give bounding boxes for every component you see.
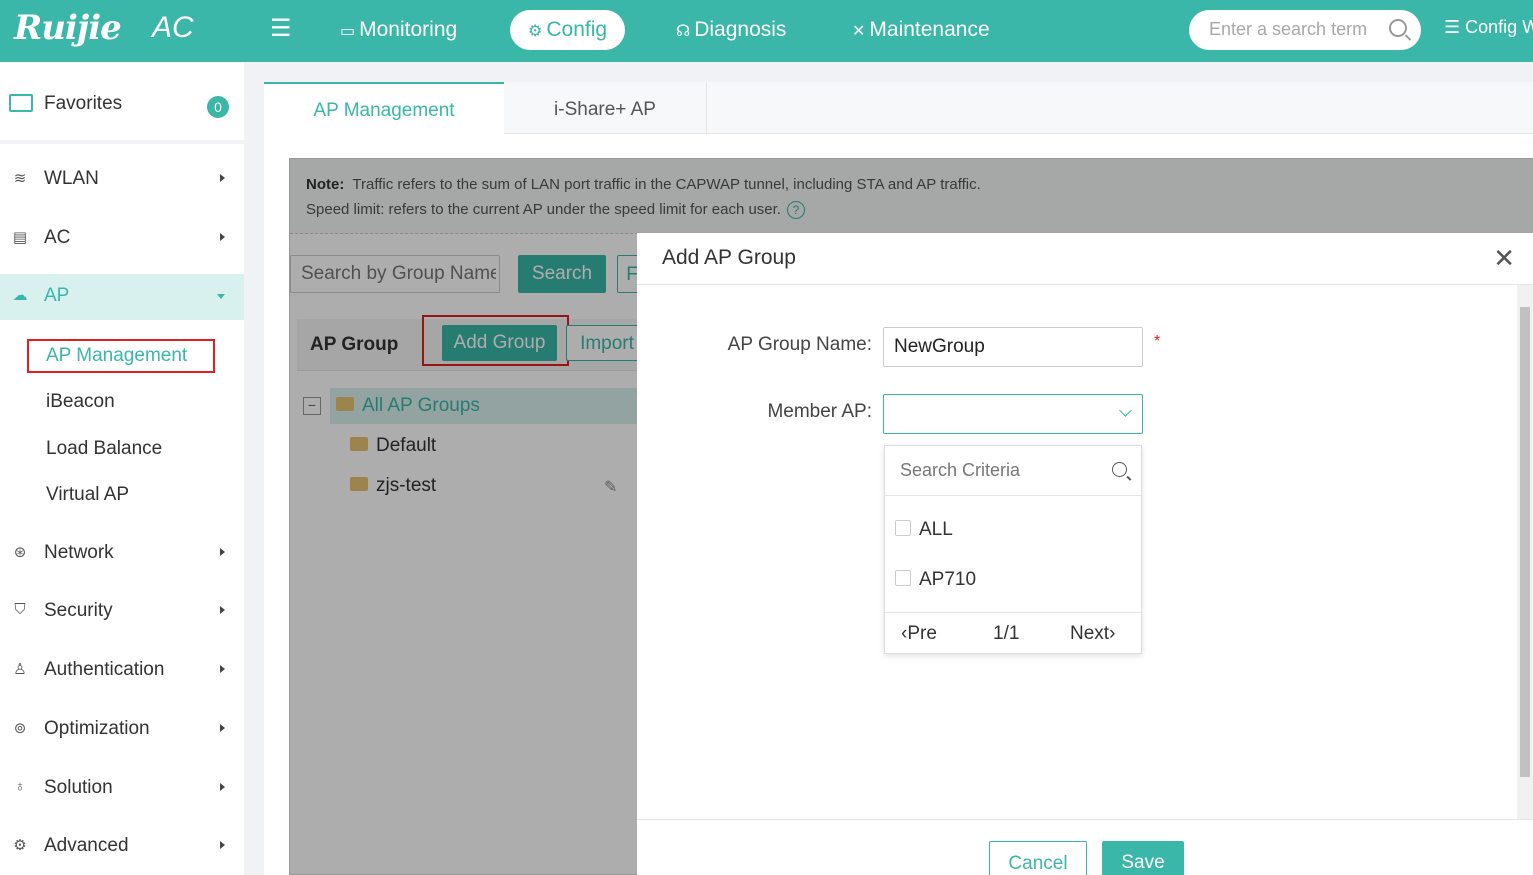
- add-ap-group-modal: Add AP Group ✕ AP Group Name: * Member A…: [637, 233, 1533, 875]
- sliders-icon: ☰: [1444, 17, 1461, 37]
- nav-monitoring[interactable]: ▭ Monitoring: [322, 10, 475, 50]
- chevron-right-icon: [220, 841, 225, 849]
- wifi-icon: ≋: [13, 170, 27, 187]
- sidebar-item-advanced[interactable]: ⚙ Advanced: [0, 824, 244, 870]
- sidebar-subitem-ibeacon[interactable]: iBeacon: [46, 391, 115, 413]
- sidebar-item-ac[interactable]: ▤ AC: [0, 216, 244, 262]
- bulb-icon: ♁: [14, 778, 26, 795]
- sidebar-subitem-ap-management[interactable]: AP Management: [46, 345, 187, 367]
- shield-icon: ⛉: [14, 601, 26, 618]
- settings-icon: ⚙: [13, 837, 27, 854]
- sidebar-subitem-load-balance[interactable]: Load Balance: [46, 438, 162, 460]
- gear-icon: ⚙: [528, 23, 543, 40]
- chevron-down-icon: [1119, 404, 1132, 417]
- group-name-input[interactable]: [894, 336, 1134, 358]
- tab-bar: AP Management i-Share+ AP: [264, 82, 1533, 135]
- sidebar-item-network[interactable]: ⊛ Network: [0, 531, 244, 577]
- close-icon[interactable]: ✕: [1493, 243, 1515, 274]
- product-name: AC: [152, 11, 194, 44]
- brand-logo: Ruijie: [14, 8, 122, 48]
- sidebar: Favorites 0 ≋ WLAN ▤ AC ☁ AP AP Manageme…: [0, 62, 244, 875]
- dropdown-search[interactable]: [885, 446, 1141, 496]
- monitor-icon: ▭: [340, 23, 356, 40]
- modal-title: Add AP Group: [662, 246, 796, 269]
- chevron-right-icon: [220, 665, 225, 673]
- config-wizard-link[interactable]: ☰ Config W: [1444, 17, 1533, 38]
- sidebar-item-authentication[interactable]: ♙ Authentication: [0, 648, 244, 694]
- sidebar-subitem-virtual-ap[interactable]: Virtual AP: [46, 484, 129, 506]
- chevron-right-icon: [220, 606, 225, 614]
- favorites-folder-icon: [9, 94, 33, 112]
- group-name-label: AP Group Name:: [727, 334, 872, 355]
- dropdown-search-input[interactable]: [900, 460, 1100, 481]
- option-ap710[interactable]: AP710: [895, 569, 976, 591]
- modal-header: Add AP Group ✕: [637, 233, 1533, 285]
- chevron-down-icon: [217, 294, 225, 299]
- search-icon[interactable]: [1389, 19, 1407, 37]
- search-icon[interactable]: [1112, 462, 1127, 477]
- globe-icon: ⊛: [13, 544, 27, 561]
- sidebar-item-solution[interactable]: ♁ Solution: [0, 766, 244, 812]
- modal-scrollbar[interactable]: [1517, 285, 1533, 820]
- optimize-icon: ⊚: [13, 720, 27, 737]
- stethoscope-icon: ☊: [676, 23, 691, 40]
- chevron-right-icon: [220, 548, 225, 556]
- top-bar: Ruijie AC ☰ ▭ Monitoring ⚙ Config ☊ Diagnos…: [0, 0, 1533, 62]
- global-search-input[interactable]: [1209, 19, 1384, 40]
- chevron-right-icon: [220, 174, 225, 182]
- sidebar-item-optimization[interactable]: ⊚ Optimization: [0, 707, 244, 753]
- option-all[interactable]: ALL: [895, 519, 953, 541]
- checkbox[interactable]: [895, 569, 911, 586]
- chevron-right-icon: [220, 724, 225, 732]
- chevron-right-icon: [220, 783, 225, 791]
- tools-icon: ✕: [852, 23, 866, 40]
- modal-footer: Cancel Save: [637, 819, 1533, 875]
- member-ap-dropdown: ALL AP710 ‹Pre 1/1 Next›: [884, 445, 1142, 654]
- page-indicator: 1/1: [993, 623, 1020, 644]
- nav-diagnosis[interactable]: ☊ Diagnosis: [658, 10, 804, 50]
- tab-ishare-ap[interactable]: i-Share+ AP: [504, 82, 707, 135]
- nav-maintenance[interactable]: ✕ Maintenance: [834, 10, 1008, 50]
- sidebar-item-ap[interactable]: ☁ AP: [0, 274, 244, 320]
- tab-ap-management[interactable]: AP Management: [264, 82, 504, 135]
- member-ap-select[interactable]: [883, 394, 1143, 434]
- chevron-right-icon: [220, 233, 225, 241]
- checkbox[interactable]: [895, 519, 911, 536]
- nav-config[interactable]: ⚙ Config: [510, 10, 626, 50]
- scrollbar-thumb[interactable]: [1520, 307, 1530, 777]
- sidebar-item-wlan[interactable]: ≋ WLAN: [0, 157, 244, 203]
- prev-page-button[interactable]: ‹Pre: [901, 623, 937, 645]
- member-ap-label: Member AP:: [767, 401, 872, 422]
- group-name-field[interactable]: [883, 327, 1143, 367]
- sidebar-item-security[interactable]: ⛉ Security: [0, 589, 244, 635]
- favorites[interactable]: Favorites 0: [0, 62, 244, 144]
- cancel-button[interactable]: Cancel: [989, 841, 1087, 875]
- save-button[interactable]: Save: [1102, 841, 1184, 875]
- global-search[interactable]: [1189, 10, 1421, 50]
- dropdown-pager: ‹Pre 1/1 Next›: [885, 612, 1141, 654]
- user-icon: ♙: [13, 661, 27, 678]
- ap-icon: ☁: [12, 287, 28, 304]
- menu-toggle-icon[interactable]: ☰: [270, 14, 292, 43]
- required-mark: *: [1154, 333, 1161, 350]
- next-page-button[interactable]: Next›: [1070, 623, 1115, 645]
- ac-icon: ▤: [12, 229, 28, 246]
- favorites-count-badge: 0: [207, 96, 229, 118]
